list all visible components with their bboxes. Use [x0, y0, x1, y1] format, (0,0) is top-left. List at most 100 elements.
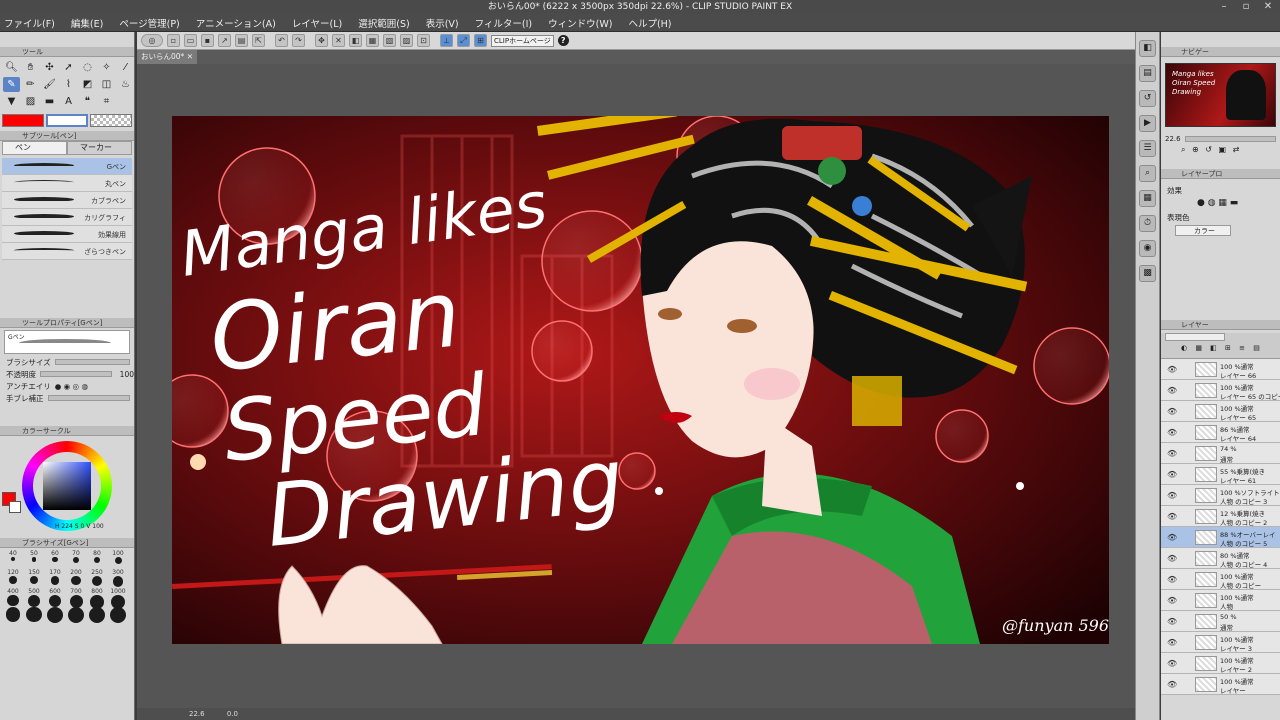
brush-size-preset[interactable]: 60 [46, 550, 64, 567]
zoom-readout[interactable]: 22.6 [189, 710, 205, 718]
export-icon[interactable]: ↗ [218, 34, 231, 47]
brush-size-preset[interactable]: 800 [88, 588, 106, 609]
balloon-icon[interactable]: ❝ [79, 94, 96, 109]
navigator-zoom-slider[interactable] [1184, 136, 1276, 142]
layer-row[interactable]: 👁︎ 100 %通常 レイヤー 2 [1161, 653, 1280, 674]
decoration-icon[interactable]: ◩ [79, 77, 96, 92]
expression-color-select[interactable]: カラー [1175, 225, 1231, 236]
redo-icon[interactable]: ↷ [292, 34, 305, 47]
layer-row[interactable]: 👁︎ 86 %通常 レイヤー 64 [1161, 422, 1280, 443]
navigator-zoom[interactable]: 22.6 [1165, 135, 1181, 143]
auto-action-icon[interactable]: ▶ [1139, 115, 1156, 132]
gradient-icon[interactable]: ▨ [22, 94, 39, 109]
auto-select-icon[interactable]: ✧ [98, 60, 115, 75]
fill-icon[interactable]: ◧ [349, 34, 362, 47]
menu-edit[interactable]: 編集(E) [71, 16, 103, 30]
navigator-preview[interactable]: Manga likes Oiran Speed Drawing [1165, 63, 1276, 127]
layer-row[interactable]: 👁︎ 80 %通常 人物 のコピー 4 [1161, 548, 1280, 569]
show-selection-icon[interactable]: ▨ [400, 34, 413, 47]
close-tab-icon[interactable]: ✕ [187, 52, 193, 61]
brush-size-preset[interactable]: 120 [4, 569, 22, 586]
zoom-icon[interactable]: 🔍︎ [3, 60, 20, 75]
transparent-color-swatch[interactable] [90, 114, 132, 127]
new-file-icon[interactable]: ▫ [167, 34, 180, 47]
layer-row[interactable]: 👁︎ 100 %通常 レイヤー [1161, 674, 1280, 695]
menu-layer[interactable]: レイヤー(L) [292, 16, 342, 30]
brush-size-preset[interactable] [46, 607, 64, 624]
visibility-eye-icon[interactable]: 👁︎ [1167, 554, 1177, 563]
minimize-icon[interactable]: – [1214, 0, 1234, 14]
layer-move-icon[interactable]: ✣ [41, 60, 58, 75]
visibility-eye-icon[interactable]: 👁︎ [1167, 533, 1177, 542]
sub-view-icon[interactable]: ◧ [1139, 40, 1156, 57]
effect-buttons[interactable]: ● ◍ ▦ ▬ [1161, 196, 1280, 208]
sub-color-swatch[interactable] [46, 114, 88, 127]
brush-size-preset[interactable]: 700 [67, 588, 85, 608]
layer-row[interactable]: 👁︎ 88 %オーバーレイ 人物 のコピー 5 [1161, 527, 1280, 548]
lasso-icon[interactable]: ◌ [79, 60, 96, 75]
save-icon[interactable]: ▪ [201, 34, 214, 47]
brush-item-rough-pen[interactable]: ざらつきペン [2, 243, 132, 260]
material-icon[interactable]: ▤ [1139, 65, 1156, 82]
brush-icon[interactable]: 🖌︎ [41, 77, 58, 92]
layer-row[interactable]: 👁︎ 12 %乗算(焼き 人物 のコピー 2 [1161, 506, 1280, 527]
snap-ruler-icon[interactable]: ⟂ [440, 34, 453, 47]
menu-selection[interactable]: 選択範囲(S) [358, 16, 409, 30]
eraser-icon[interactable]: ◫ [98, 77, 115, 92]
stabilization-slider[interactable] [47, 395, 130, 401]
layer-row[interactable]: 👁︎ 74 % 通常 [1161, 443, 1280, 464]
visibility-eye-icon[interactable]: 👁︎ [1167, 386, 1177, 395]
blend-icon[interactable]: ♨ [117, 77, 134, 92]
brush-size-preset[interactable]: 250 [88, 569, 106, 586]
brush-size-preset[interactable]: 40 [4, 550, 22, 567]
layer-row[interactable]: 👁︎ 100 %通常 レイヤー 66 [1161, 359, 1280, 380]
artwork-canvas[interactable]: Manga likes Oiran Speed Drawing @funyan … [172, 116, 1109, 644]
brush-size-preset[interactable]: 200 [67, 569, 85, 586]
brush-size-preset[interactable]: 1000 [109, 588, 127, 610]
menu-animation[interactable]: アニメーション(A) [196, 16, 276, 30]
brush-size-preset[interactable] [109, 607, 127, 624]
brush-size-preset[interactable]: 300 [109, 569, 127, 587]
clear-icon[interactable]: ✕ [332, 34, 345, 47]
visibility-eye-icon[interactable]: 👁︎ [1167, 596, 1177, 605]
brush-size-preset[interactable]: 600 [46, 588, 64, 608]
brush-size-preset[interactable] [67, 607, 85, 624]
antialias-row[interactable]: アンチエイリ ● ◉ ◎ ◍ [0, 380, 134, 392]
layer-row[interactable]: 👁︎ 100 %ソフトライト 人物 のコピー 3 [1161, 485, 1280, 506]
sub-color-chip[interactable] [9, 501, 21, 513]
visibility-eye-icon[interactable]: 👁︎ [1167, 491, 1177, 500]
eyedropper-icon[interactable]: ⁄ [117, 60, 134, 75]
pencil-icon[interactable]: ✏︎ [22, 77, 39, 92]
invert-selection-icon[interactable]: ▧ [383, 34, 396, 47]
visibility-eye-icon[interactable]: 👁︎ [1167, 407, 1177, 416]
text-icon[interactable]: A [60, 94, 77, 109]
visibility-eye-icon[interactable]: 👁︎ [1167, 512, 1177, 521]
brush-size-preset[interactable]: 70 [67, 550, 85, 567]
menu-file[interactable]: ファイル(F) [4, 16, 55, 30]
navigator-buttons[interactable]: ⌕ ⊕ ↺ ▣ ⇄ [1161, 145, 1280, 155]
correct-line-icon[interactable]: ⌗ [98, 94, 115, 109]
layer-row[interactable]: 👁︎ 100 %通常 レイヤー 3 [1161, 632, 1280, 653]
menu-page[interactable]: ページ管理(P) [119, 16, 179, 30]
share-icon[interactable]: ⇱ [252, 34, 265, 47]
visibility-eye-icon[interactable]: 👁︎ [1167, 680, 1177, 689]
color-set-icon[interactable]: ▩ [1139, 265, 1156, 282]
operation-icon[interactable]: ➚ [60, 60, 77, 75]
visibility-eye-icon[interactable]: 👁︎ [1167, 575, 1177, 584]
saturation-value-square[interactable] [43, 462, 91, 510]
deselect-icon[interactable]: ▦ [366, 34, 379, 47]
history-icon[interactable]: ↺ [1139, 90, 1156, 107]
rotation-readout[interactable]: 0.0 [227, 710, 238, 718]
layer-row[interactable]: 👁︎ 50 % 通常 [1161, 611, 1280, 632]
airbrush-icon[interactable]: ⌇ [60, 77, 77, 92]
brush-size-preset[interactable] [25, 607, 43, 624]
animation-cels-icon[interactable]: ▦ [1139, 190, 1156, 207]
layer-row[interactable]: 👁︎ 100 %通常 人物 のコピー [1161, 569, 1280, 590]
brush-size-preset[interactable]: 170 [46, 569, 64, 586]
item-bank-icon[interactable]: ☰ [1139, 140, 1156, 157]
figure-icon[interactable]: ▬ [41, 94, 58, 109]
main-color-swatch[interactable] [2, 114, 44, 127]
layer-row[interactable]: 👁︎ 100 %通常 レイヤー 65 [1161, 401, 1280, 422]
visibility-eye-icon[interactable]: 👁︎ [1167, 449, 1177, 458]
brush-size-preset[interactable] [88, 607, 106, 624]
